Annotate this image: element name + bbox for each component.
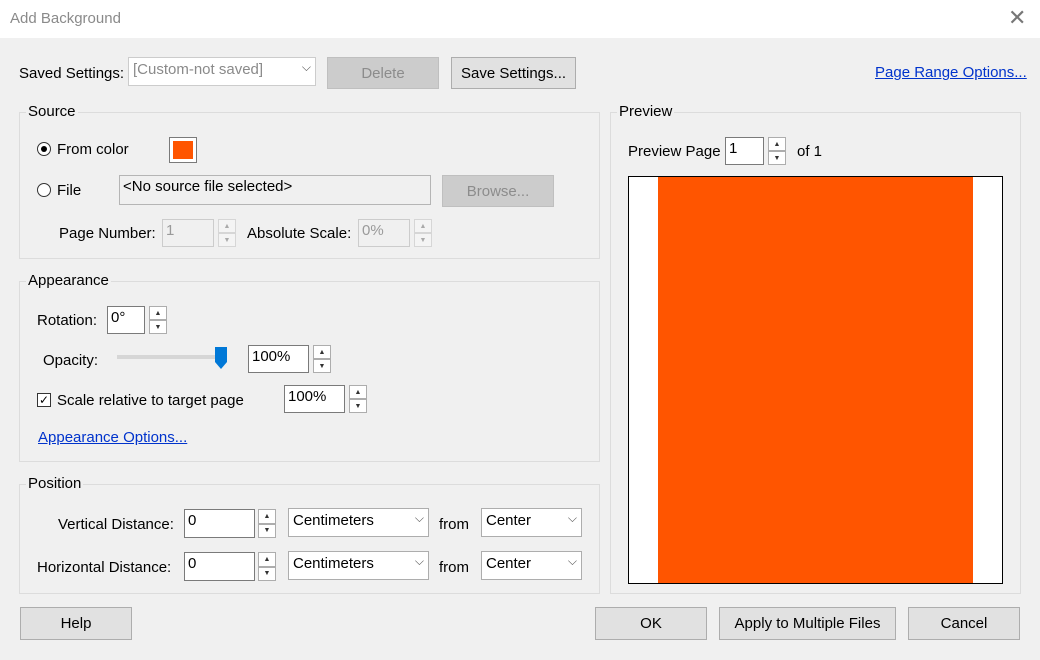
page-number-label: Page Number: — [59, 225, 156, 242]
opacity-slider-track[interactable] — [117, 355, 221, 359]
close-icon[interactable]: ✕ — [1008, 6, 1026, 30]
vertical-unit-select[interactable]: Centimeters ⌵ — [288, 508, 429, 537]
file-label: File — [57, 182, 82, 199]
page-number-stepper[interactable]: ▲ ▼ — [218, 219, 236, 247]
vertical-distance-stepper[interactable]: ▲ ▼ — [258, 509, 276, 538]
vertical-from-select[interactable]: Center ⌵ — [481, 508, 582, 537]
vertical-distance-label: Vertical Distance: — [58, 516, 174, 533]
preview-title: Preview — [617, 103, 675, 120]
spin-down-icon[interactable]: ▼ — [768, 151, 786, 165]
horizontal-distance-input[interactable]: 0 — [184, 552, 255, 581]
preview-page-label: Preview Page — [628, 143, 721, 160]
spin-up-icon[interactable]: ▲ — [349, 385, 367, 399]
page-range-options-link[interactable]: Page Range Options... — [875, 64, 1027, 81]
source-title: Source — [26, 103, 78, 120]
page-number-input[interactable]: 1 — [162, 219, 214, 247]
position-title: Position — [26, 475, 84, 492]
opacity-stepper[interactable]: ▲ ▼ — [313, 345, 331, 373]
spin-up-icon[interactable]: ▲ — [258, 552, 276, 567]
saved-settings-label: Saved Settings: — [19, 65, 125, 82]
from-color-radio[interactable] — [37, 142, 51, 156]
preview-page-background — [658, 177, 973, 583]
color-swatch-button[interactable] — [169, 137, 197, 163]
ok-button[interactable]: OK — [595, 607, 707, 640]
scale-relative-checkbox[interactable]: ✓ — [37, 393, 51, 407]
opacity-label: Opacity: — [43, 352, 99, 369]
chevron-down-icon: ⌵ — [414, 511, 424, 525]
spin-up-icon[interactable]: ▲ — [218, 219, 236, 233]
apply-multiple-files-button[interactable]: Apply to Multiple Files — [719, 607, 896, 640]
preview-page-input[interactable]: 1 — [725, 137, 764, 165]
scale-stepper[interactable]: ▲ ▼ — [349, 385, 367, 413]
absolute-scale-stepper[interactable]: ▲ ▼ — [414, 219, 432, 247]
color-swatch — [173, 141, 193, 159]
preview-canvas — [628, 176, 1003, 584]
horizontal-from-label: from — [439, 559, 469, 576]
chevron-down-icon: ⌵ — [414, 554, 424, 568]
vertical-from-label: from — [439, 516, 469, 533]
window-title: Add Background — [10, 10, 121, 27]
spin-down-icon[interactable]: ▼ — [149, 320, 167, 334]
vertical-distance-input[interactable]: 0 — [184, 509, 255, 538]
saved-settings-select[interactable]: [Custom-not saved] ⌵ — [128, 57, 316, 86]
preview-page-stepper[interactable]: ▲ ▼ — [768, 137, 786, 165]
chevron-down-icon: ⌵ — [301, 60, 311, 74]
spin-down-icon[interactable]: ▼ — [218, 233, 236, 247]
spin-down-icon[interactable]: ▼ — [258, 566, 276, 581]
spin-down-icon[interactable]: ▼ — [313, 359, 331, 373]
scale-input[interactable]: 100% — [284, 385, 345, 413]
horizontal-distance-label: Horizontal Distance: — [37, 559, 172, 576]
rotation-label: Rotation: — [37, 312, 98, 329]
appearance-title: Appearance — [26, 272, 111, 289]
save-settings-button[interactable]: Save Settings... — [451, 57, 576, 89]
spin-up-icon[interactable]: ▲ — [149, 306, 167, 320]
appearance-options-link[interactable]: Appearance Options... — [38, 429, 187, 446]
opacity-slider-thumb[interactable] — [214, 346, 228, 370]
spin-up-icon[interactable]: ▲ — [414, 219, 432, 233]
cancel-button[interactable]: Cancel — [908, 607, 1020, 640]
rotation-input[interactable]: 0° — [107, 306, 145, 334]
rotation-stepper[interactable]: ▲ ▼ — [149, 306, 167, 334]
spin-up-icon[interactable]: ▲ — [258, 509, 276, 524]
chevron-down-icon: ⌵ — [567, 554, 577, 568]
horizontal-from-select[interactable]: Center ⌵ — [481, 551, 582, 580]
spin-up-icon[interactable]: ▲ — [768, 137, 786, 151]
spin-up-icon[interactable]: ▲ — [313, 345, 331, 359]
file-radio[interactable] — [37, 183, 51, 197]
spin-down-icon[interactable]: ▼ — [258, 523, 276, 538]
spin-down-icon[interactable]: ▼ — [414, 233, 432, 247]
delete-button[interactable]: Delete — [327, 57, 439, 89]
spin-down-icon[interactable]: ▼ — [349, 399, 367, 413]
opacity-input[interactable]: 100% — [248, 345, 309, 373]
scale-relative-label: Scale relative to target page — [57, 392, 244, 409]
help-button[interactable]: Help — [20, 607, 132, 640]
absolute-scale-label: Absolute Scale: — [247, 225, 352, 242]
browse-button[interactable]: Browse... — [442, 175, 554, 207]
chevron-down-icon: ⌵ — [567, 511, 577, 525]
horizontal-unit-select[interactable]: Centimeters ⌵ — [288, 551, 429, 580]
source-file-field: <No source file selected> — [119, 175, 431, 205]
title-bar — [0, 0, 1040, 38]
from-color-label: From color — [57, 141, 129, 158]
absolute-scale-input[interactable]: 0% — [358, 219, 410, 247]
preview-page-total: of 1 — [797, 143, 823, 160]
horizontal-distance-stepper[interactable]: ▲ ▼ — [258, 552, 276, 581]
